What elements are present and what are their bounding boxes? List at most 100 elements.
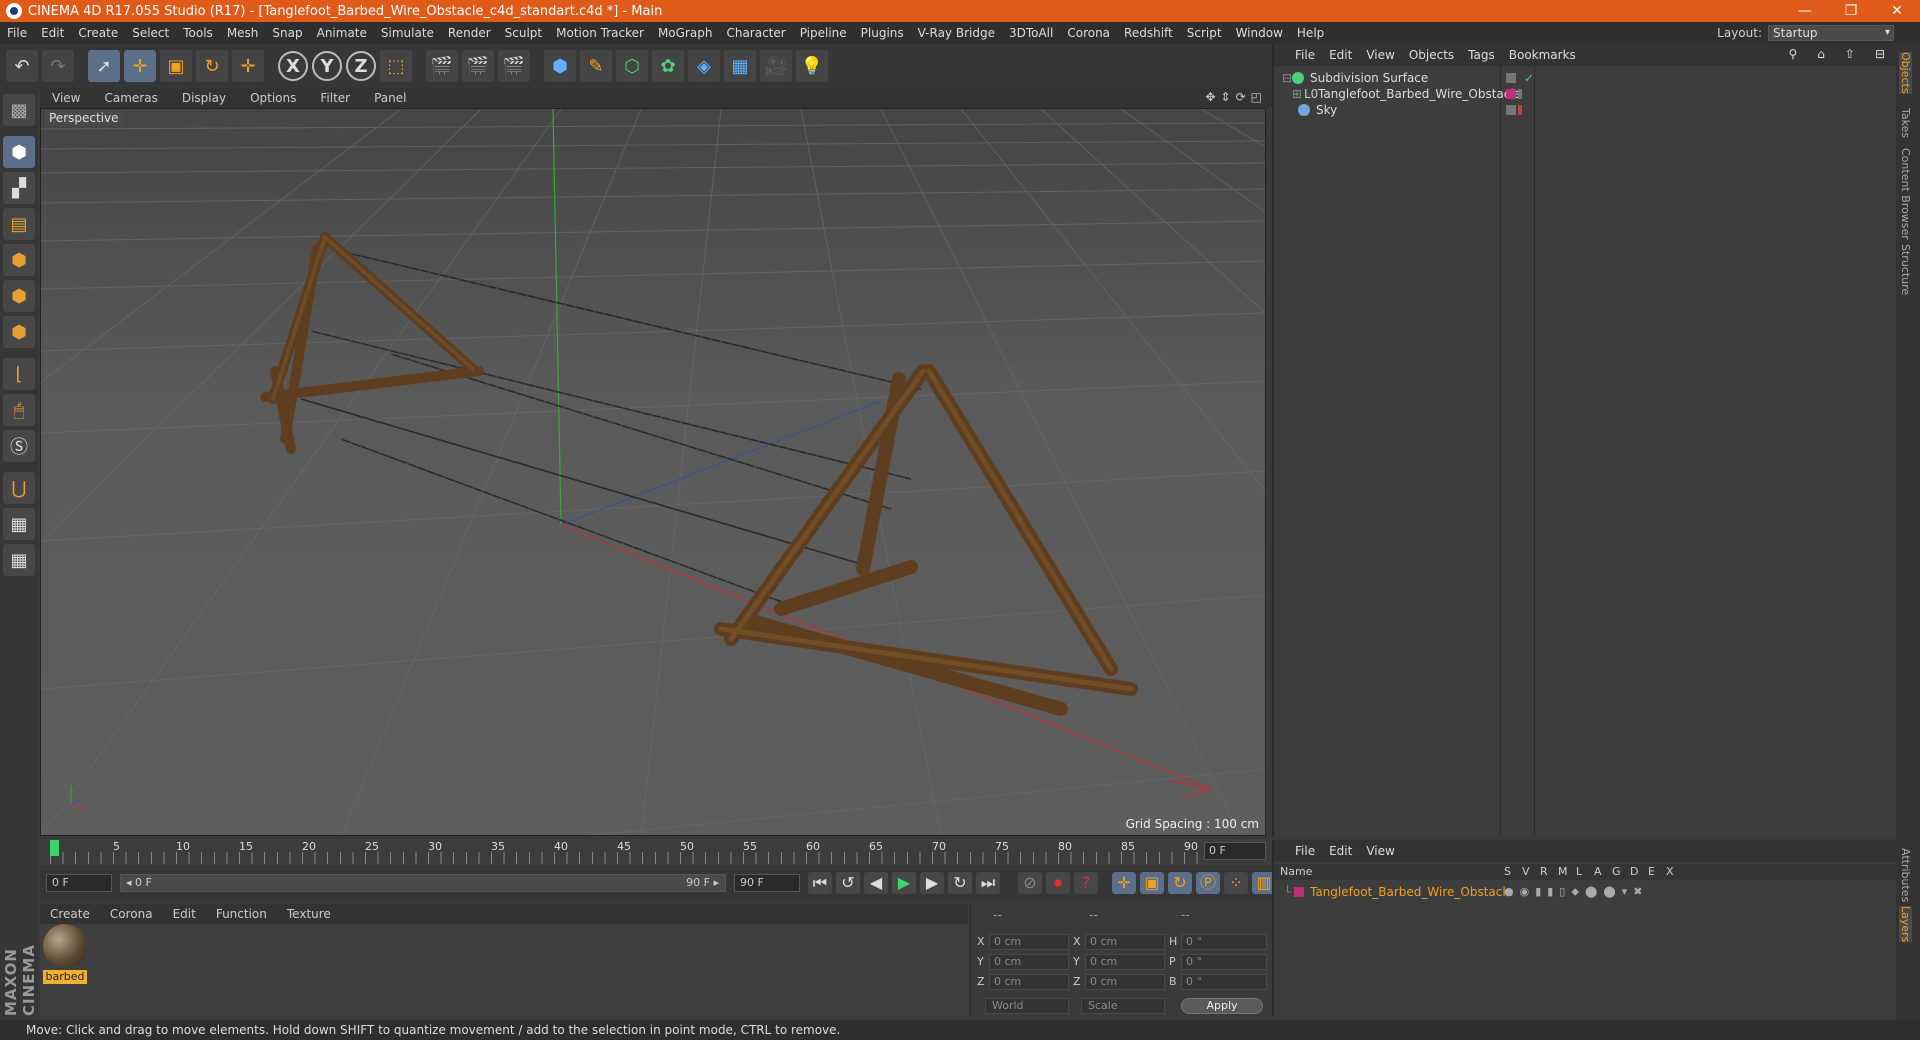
cloner-icon[interactable]: ✿ [652, 50, 684, 82]
maximize-view-icon[interactable]: ◰ [1251, 90, 1262, 104]
playhead-marker[interactable] [50, 840, 59, 856]
menu-help[interactable]: Help [1290, 26, 1331, 40]
spline-pen-icon[interactable]: ✎ [580, 50, 612, 82]
undo-icon[interactable]: ↶ [6, 50, 38, 82]
render-view-icon[interactable]: 🎬 [426, 50, 458, 82]
material-menu-create[interactable]: Create [40, 907, 100, 921]
menu-animate[interactable]: Animate [310, 26, 374, 40]
key-rotation-icon[interactable]: ↻ [1168, 872, 1192, 894]
tab-objects[interactable]: Objects [1899, 52, 1912, 94]
menu-mesh[interactable]: Mesh [220, 26, 266, 40]
menu-plugins[interactable]: Plugins [854, 26, 911, 40]
om-menu-objects[interactable]: Objects [1402, 48, 1461, 62]
next-frame-icon[interactable]: ▶ [920, 872, 944, 894]
material-preview-barbed[interactable] [43, 924, 87, 968]
dolly-icon[interactable]: ⇕ [1221, 90, 1231, 104]
cube-primitive-icon[interactable]: ⬢ [544, 50, 576, 82]
record-keys-icon[interactable]: ⊘ [1018, 872, 1042, 894]
menu-3dtoall[interactable]: 3DToAll [1002, 26, 1060, 40]
points-mode-icon[interactable]: ⬢ [3, 244, 35, 276]
key-parameter-icon[interactable]: Ⓟ [1196, 872, 1220, 894]
tab-structure[interactable]: Structure [1899, 244, 1912, 295]
menu-sculpt[interactable]: Sculpt [498, 26, 549, 40]
visibility-toggle-icon[interactable] [1506, 105, 1516, 115]
layer-color-swatch-icon[interactable] [1294, 887, 1304, 897]
menu-render[interactable]: Render [441, 26, 498, 40]
viewport-menu-cameras[interactable]: Cameras [92, 91, 169, 105]
go-to-start-icon[interactable]: ⏮ [808, 872, 832, 894]
menu-tools[interactable]: Tools [176, 26, 220, 40]
menu-pipeline[interactable]: Pipeline [793, 26, 854, 40]
viewport-menu-view[interactable]: View [40, 91, 92, 105]
move-tool-icon[interactable]: ✛ [124, 50, 156, 82]
collapse-icon[interactable]: ⊟ [1282, 71, 1292, 85]
om-menu-tags[interactable]: Tags [1461, 48, 1502, 62]
magnet-icon[interactable]: ⋃ [3, 472, 35, 504]
polygons-mode-icon[interactable]: ⬢ [3, 316, 35, 348]
rotation-b-field[interactable]: 0 ° [1181, 974, 1267, 990]
y-axis-lock-icon[interactable]: Y [312, 51, 342, 81]
size-x-field[interactable]: 0 cm [1085, 934, 1165, 950]
menu-motion-tracker[interactable]: Motion Tracker [549, 26, 651, 40]
orbit-icon[interactable]: ⟳ [1236, 90, 1246, 104]
up-arrow-icon[interactable]: ⇧ [1838, 47, 1862, 61]
menu-create[interactable]: Create [71, 26, 125, 40]
previous-frame-icon[interactable]: ◀ [864, 872, 888, 894]
menu-redshift[interactable]: Redshift [1117, 26, 1180, 40]
tweak-mode-icon[interactable]: 🖱 [3, 394, 35, 426]
expand-icon[interactable]: ⊞ [1292, 87, 1304, 101]
minimize-icon[interactable]: — [1782, 0, 1828, 22]
scale-tool-icon[interactable]: ▣ [160, 50, 192, 82]
layer-color-icon[interactable] [1506, 89, 1516, 99]
autokey-icon[interactable]: ⏺ [1046, 872, 1070, 894]
material-menu-edit[interactable]: Edit [163, 907, 206, 921]
menu-mograph[interactable]: MoGraph [651, 26, 720, 40]
workplane-rotate-icon[interactable]: ▦ [3, 544, 35, 576]
apply-button[interactable]: Apply [1181, 998, 1263, 1014]
coordinate-system-icon[interactable]: ⬚ [380, 50, 412, 82]
model-mode-icon[interactable]: ⬢ [3, 136, 35, 168]
material-label[interactable]: barbed [43, 970, 87, 984]
key-scale-icon[interactable]: ▣ [1140, 872, 1164, 894]
deformer-icon[interactable]: ◈ [688, 50, 720, 82]
size-z-field[interactable]: 0 cm [1085, 974, 1165, 990]
rotation-h-field[interactable]: 0 ° [1181, 934, 1267, 950]
menu-vray-bridge[interactable]: V-Ray Bridge [911, 26, 1002, 40]
material-menu-function[interactable]: Function [206, 907, 277, 921]
viewport-camera-label[interactable]: Perspective [45, 111, 123, 125]
menu-edit[interactable]: Edit [34, 26, 71, 40]
position-x-field[interactable]: 0 cm [989, 934, 1069, 950]
camera-icon[interactable]: 🎥 [760, 50, 792, 82]
menu-file[interactable]: File [0, 26, 34, 40]
last-tool-icon[interactable]: ✛ [232, 50, 264, 82]
render-picture-viewer-icon[interactable]: 🎬 [462, 50, 494, 82]
rotation-p-field[interactable]: 0 ° [1181, 954, 1267, 970]
workplane-lock-icon[interactable]: ▦ [3, 508, 35, 540]
tab-layers[interactable]: Layers [1899, 906, 1912, 943]
new-view-icon[interactable]: ⊟ [1868, 47, 1892, 61]
play-icon[interactable]: ▶ [892, 872, 916, 894]
lm-menu-edit[interactable]: Edit [1322, 844, 1359, 858]
material-menu-corona[interactable]: Corona [100, 907, 163, 921]
previous-key-icon[interactable]: ↺ [836, 872, 860, 894]
restore-icon[interactable]: ❐ [1828, 0, 1874, 22]
pan-icon[interactable]: ✥ [1205, 90, 1215, 104]
lm-menu-view[interactable]: View [1359, 844, 1401, 858]
layer-flag-icons[interactable]: ●◉▮▮▯⬥⬤⬤▾✖ [1504, 885, 1648, 899]
workplane-mode-icon[interactable]: ▤ [3, 208, 35, 240]
perspective-viewport[interactable]: Perspective Grid Spacing : 100 cm [40, 108, 1266, 836]
lm-menu-file[interactable]: File [1288, 844, 1322, 858]
menu-select[interactable]: Select [125, 26, 176, 40]
position-y-field[interactable]: 0 cm [989, 954, 1069, 970]
home-icon[interactable]: ⌂ [1810, 47, 1832, 61]
om-menu-bookmarks[interactable]: Bookmarks [1502, 48, 1583, 62]
current-frame-field[interactable]: 0 F [1204, 842, 1266, 860]
snap-icon[interactable]: Ⓢ [3, 430, 35, 462]
tab-content-browser[interactable]: Content Browser [1899, 148, 1912, 240]
material-menu-texture[interactable]: Texture [277, 907, 341, 921]
frame-range-slider[interactable]: ◂ 0 F 90 F ▸ [120, 874, 726, 892]
x-axis-lock-icon[interactable]: X [278, 51, 308, 81]
layer-row[interactable]: └ Tanglefoot_Barbed_Wire_Obstacle ●◉▮▮▯⬥… [1274, 882, 1898, 902]
layout-dropdown[interactable]: Startup [1768, 25, 1894, 41]
rotate-tool-icon[interactable]: ↻ [196, 50, 228, 82]
